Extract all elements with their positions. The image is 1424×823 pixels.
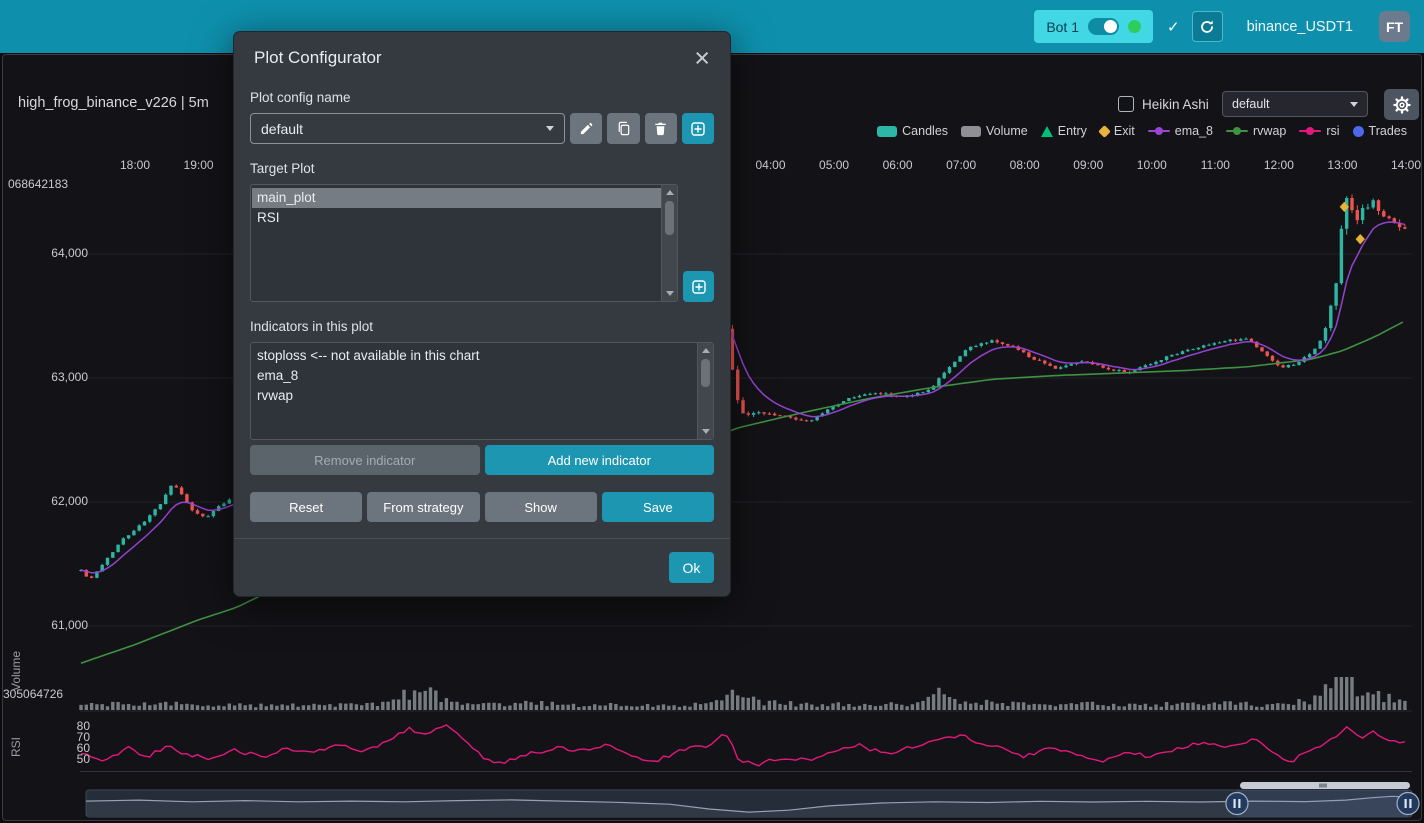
config-action-row: Reset From strategy Show Save [250,492,714,522]
modal-footer: Ok [234,538,730,596]
bot-selector-chip[interactable]: Bot 1 [1034,10,1153,43]
target-plot-row: main_plotRSI [250,184,714,302]
legend-item-ema-8[interactable]: ema_8 [1148,124,1213,138]
indicator-item[interactable]: rvwap [252,386,697,406]
heikin-ashi-label: Heikin Ashi [1142,97,1209,112]
modal-header: Plot Configurator × [234,32,730,80]
legend-item-trades[interactable]: Trades [1353,124,1407,138]
refresh-button[interactable] [1192,11,1223,42]
indicator-item[interactable]: ema_8 [252,366,697,386]
indicators-listbox: stoploss <-- not available in this chart… [250,342,714,440]
plus-square-icon [690,121,706,137]
target-plot-item[interactable]: RSI [252,208,661,228]
scrollbar[interactable] [661,185,677,301]
scroll-up-icon[interactable] [698,344,713,357]
bot-enable-toggle[interactable] [1088,18,1119,35]
add-new-indicator-button[interactable]: Add new indicator [485,445,715,475]
bot-online-dot [1128,20,1141,33]
plus-square-icon [691,279,707,295]
heikin-ashi-control: Heikin Ashi [1118,96,1209,112]
indicator-item[interactable]: stoploss <-- not available in this chart [252,346,697,366]
legend-label: rvwap [1253,124,1286,138]
delete-config-button[interactable] [645,113,677,144]
plot-config-name-value: default [261,121,303,137]
line-marker-icon [1299,130,1321,133]
chart-pair-title: high_frog_binance_v226 | 5m [18,95,209,111]
scrollbar[interactable] [697,343,713,439]
edit-config-button[interactable] [570,113,602,144]
triangle-marker-icon [1041,126,1053,137]
legend-label: Volume [986,124,1028,138]
plot-config-name-label: Plot config name [250,90,714,105]
plot-config-dropdown-value: default [1232,97,1270,111]
chevron-down-icon [546,126,554,131]
plot-settings-button[interactable] [1384,89,1419,120]
active-bot-name: binance_USDT1 [1247,19,1353,35]
reset-button[interactable]: Reset [250,492,362,522]
legend-label: ema_8 [1175,124,1213,138]
check-icon: ✓ [1167,18,1180,36]
indicators-label: Indicators in this plot [250,319,714,334]
scroll-up-icon[interactable] [662,186,677,199]
app-logo[interactable]: FT [1379,11,1410,42]
chart-legend: Candles Volume Entry Exit ema_8 rvwap rsi Trade… [877,124,1407,138]
scroll-down-icon[interactable] [698,425,713,438]
scroll-thumb[interactable] [665,201,674,235]
legend-label: rsi [1326,124,1339,138]
close-icon[interactable]: × [694,49,710,67]
heikin-ashi-checkbox[interactable] [1118,96,1134,112]
scroll-down-icon[interactable] [662,287,677,300]
rect-marker-icon [961,126,981,137]
line-marker-icon [1226,130,1248,133]
plot-configurator-modal: Plot Configurator × Plot config name def… [233,31,731,597]
scroll-thumb[interactable] [701,359,710,387]
legend-item-rvwap[interactable]: rvwap [1226,124,1286,138]
legend-item-candles[interactable]: Candles [877,124,948,138]
pencil-icon [579,121,594,136]
rect-marker-icon [877,126,897,137]
line-marker-icon [1148,130,1170,133]
gear-icon [1393,96,1411,114]
target-plot-items: main_plotRSI [252,186,661,300]
target-plot-listbox: main_plotRSI [250,184,678,302]
legend-label: Candles [902,124,948,138]
duplicate-config-button[interactable] [607,113,639,144]
target-plot-item[interactable]: main_plot [252,188,661,208]
legend-item-entry[interactable]: Entry [1041,124,1087,138]
add-config-button[interactable] [682,113,714,144]
copy-icon [616,121,631,136]
modal-title: Plot Configurator [254,48,382,68]
remove-indicator-button[interactable]: Remove indicator [250,445,480,475]
bot-chip-label: Bot 1 [1046,19,1079,35]
refresh-icon [1199,19,1215,35]
indicator-buttons-row: Remove indicator Add new indicator [250,445,714,475]
legend-label: Trades [1369,124,1407,138]
plot-config-name-select[interactable]: default [250,113,565,144]
legend-item-volume[interactable]: Volume [961,124,1028,138]
legend-item-rsi[interactable]: rsi [1299,124,1339,138]
ok-button[interactable]: Ok [669,552,714,583]
plot-config-dropdown-chart[interactable]: default [1222,91,1368,117]
save-button[interactable]: Save [602,492,714,522]
app-screen: 18:0019:0004:0005:0006:0007:0008:0009:00… [0,0,1424,823]
legend-label: Entry [1058,124,1087,138]
chevron-down-icon [1350,102,1358,107]
legend-item-exit[interactable]: Exit [1100,124,1135,138]
show-button[interactable]: Show [485,492,597,522]
indicator-items: stoploss <-- not available in this chart… [252,344,697,438]
legend-label: Exit [1114,124,1135,138]
target-plot-label: Target Plot [250,161,714,176]
modal-body: Plot config name default [234,80,730,522]
circle-marker-icon [1353,126,1364,137]
toggle-knob [1104,20,1117,33]
add-plot-button[interactable] [683,271,714,302]
from-strategy-button[interactable]: From strategy [367,492,479,522]
diamond-marker-icon [1098,125,1111,138]
config-row: default [250,113,714,144]
trash-icon [653,121,668,136]
